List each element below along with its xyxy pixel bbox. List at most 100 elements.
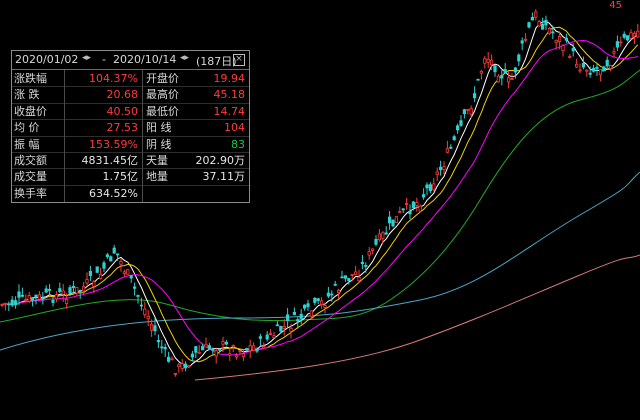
stat-label: 均 价	[14, 121, 40, 135]
candle-body	[534, 11, 538, 18]
candle-body	[214, 350, 218, 357]
candle-body	[404, 203, 409, 205]
close-icon[interactable]: ×	[233, 54, 245, 66]
candle-body	[44, 288, 48, 293]
candle-body	[217, 348, 222, 351]
candle-body	[316, 298, 320, 302]
candle-body	[421, 194, 426, 198]
candle-body	[418, 205, 422, 212]
column-divider	[64, 70, 65, 202]
candle-body	[435, 171, 439, 175]
candle-body	[319, 300, 324, 305]
candle-body	[632, 32, 637, 37]
candle-body	[408, 211, 412, 215]
candle-body	[391, 219, 395, 227]
candle-body	[615, 41, 620, 48]
candle-body	[258, 336, 263, 339]
candle-body	[119, 260, 123, 265]
candle-body	[459, 120, 463, 126]
candle-body	[156, 340, 160, 343]
candle-body	[622, 33, 626, 38]
candle-body	[272, 335, 276, 339]
candle-body	[207, 345, 211, 349]
candle-body	[183, 363, 188, 369]
candle-body	[27, 295, 31, 302]
candle-body	[353, 271, 358, 275]
candle-body	[54, 294, 59, 300]
candle-body	[17, 291, 21, 298]
candle-body	[367, 251, 371, 256]
candle-body	[0, 304, 4, 306]
candle-body	[234, 355, 239, 358]
candle-body	[194, 346, 198, 353]
candle-body	[139, 304, 143, 307]
candle-body	[75, 287, 79, 294]
candle-body	[248, 345, 252, 352]
candle-body	[517, 54, 521, 62]
date-start: 2020/01/02	[15, 53, 79, 66]
candle-body	[197, 351, 201, 354]
candle-body	[384, 232, 388, 235]
candle-body	[3, 302, 7, 305]
stat-value: 19.94	[213, 72, 246, 85]
candle-body	[510, 78, 514, 80]
candle-body	[302, 304, 307, 309]
candle-body	[224, 341, 228, 345]
candle-body	[592, 67, 596, 72]
candle-body	[122, 271, 126, 274]
candle-body	[445, 148, 450, 153]
candle-body	[116, 253, 120, 256]
candle-body	[30, 297, 35, 301]
candle-body	[578, 69, 582, 72]
stat-value: 634.52%	[89, 186, 138, 200]
candle-body	[398, 211, 402, 213]
candle-body	[347, 278, 351, 282]
candle-body	[41, 297, 45, 300]
candle-body	[387, 216, 392, 224]
date-end: 2020/10/14	[113, 53, 177, 66]
candle-body	[24, 299, 28, 301]
date-start-stepper-icon[interactable]: ◂▸	[82, 53, 91, 63]
candle-body	[82, 286, 86, 292]
stats-row: 成交额 4831.45亿 天量 202.90万	[12, 152, 249, 170]
candle-body	[415, 202, 419, 206]
interval-header: 2020/01/02 ◂▸ - 2020/10/14 ◂▸ (187日) ×	[12, 51, 249, 70]
candle-body	[166, 356, 171, 362]
candle-body	[71, 285, 75, 289]
candle-body	[279, 325, 283, 332]
stat-label: 成交量	[14, 170, 47, 184]
candle-body	[544, 19, 548, 26]
candle-body	[10, 299, 14, 306]
candle-body	[88, 270, 92, 276]
candle-body	[455, 125, 460, 131]
row-divider	[12, 135, 249, 137]
candle-body	[241, 353, 245, 358]
stat-label: 振 幅	[14, 137, 40, 151]
candle-body	[20, 294, 25, 297]
candle-body	[619, 41, 623, 44]
candle-body	[547, 28, 552, 34]
candle-body	[313, 297, 317, 303]
stat-label: 涨跌幅	[14, 72, 47, 85]
candle-body	[51, 300, 55, 303]
candle-body	[285, 314, 290, 322]
candle-body	[309, 310, 314, 317]
candle-body	[153, 325, 157, 332]
candle-body	[530, 16, 535, 21]
candle-body	[262, 346, 266, 349]
stat-value: 104.37%	[89, 72, 138, 85]
stat-value: 45.18	[213, 88, 246, 102]
candle-body	[37, 294, 42, 300]
stat-value: 83	[231, 137, 245, 151]
candle-body	[58, 288, 62, 293]
candle-body	[326, 292, 331, 297]
candle-body	[275, 324, 280, 327]
candle-body	[496, 75, 501, 83]
candle-body	[109, 256, 113, 262]
date-end-stepper-icon[interactable]: ◂▸	[180, 53, 189, 63]
candle-body	[163, 346, 167, 350]
candle-body	[48, 288, 52, 291]
candle-body	[105, 254, 109, 257]
candle-body	[432, 183, 436, 191]
candle-body	[466, 108, 470, 111]
